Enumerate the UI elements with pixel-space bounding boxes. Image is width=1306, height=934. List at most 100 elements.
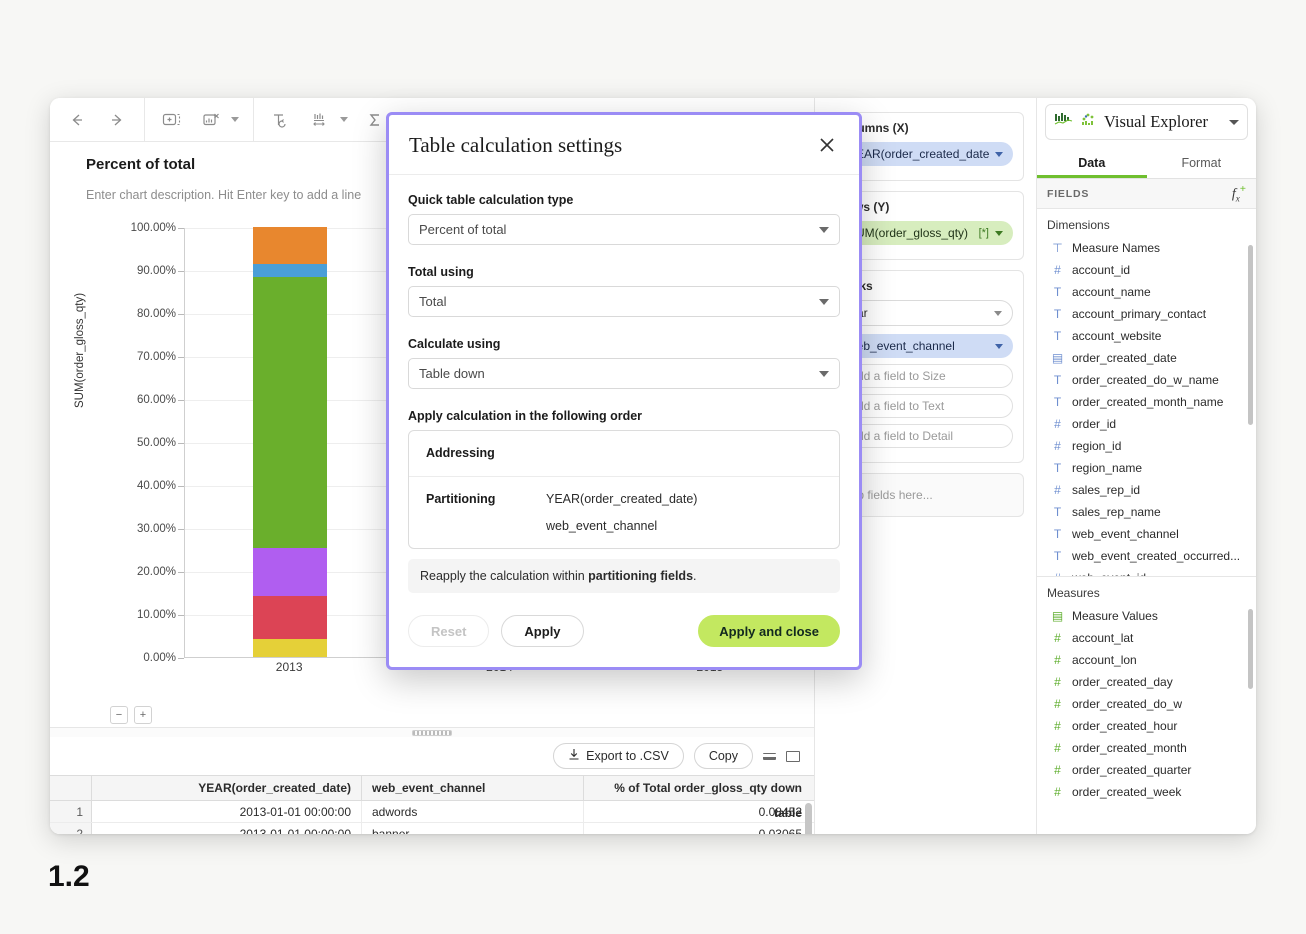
chevron-down-icon[interactable] <box>819 299 829 305</box>
visual-explorer-selector[interactable]: Visual Explorer <box>1045 104 1248 140</box>
field-list-item[interactable]: #region_id <box>1037 435 1256 457</box>
right-panel: Visual Explorer Data Format FIELDS fx+ D… <box>1037 98 1256 834</box>
close-icon[interactable] <box>815 133 839 157</box>
field-list-item[interactable]: Tsales_rep_name <box>1037 501 1256 523</box>
text-shelf[interactable]: Add a field to Text <box>838 394 1013 418</box>
field-list-item[interactable]: #order_created_do_w <box>1037 693 1256 715</box>
splitter-grip[interactable] <box>412 730 452 736</box>
tab-data[interactable]: Data <box>1037 146 1147 178</box>
field-list-item[interactable]: Tweb_event_created_occurred... <box>1037 545 1256 567</box>
swap-axes-icon[interactable] <box>268 107 294 133</box>
field-list-item[interactable]: ▤order_created_date <box>1037 347 1256 369</box>
y-axis-ticks: 0.00%10.00%20.00%30.00%40.00%50.00%60.00… <box>100 228 184 658</box>
zoom-out-button[interactable]: − <box>110 706 128 724</box>
pane-splitter[interactable] <box>50 727 814 737</box>
total-using-select[interactable]: Total <box>408 286 840 317</box>
table-scrollbar[interactable] <box>805 803 812 834</box>
addressing-row[interactable]: Addressing <box>409 431 839 477</box>
table-calculation-settings-dialog: Table calculation settings Quick table c… <box>386 112 862 670</box>
remove-chart-icon[interactable] <box>199 107 225 133</box>
color-shelf-pill[interactable]: web_event_channel <box>838 334 1013 358</box>
table-header-index <box>50 776 92 800</box>
rows-shelf-pill[interactable]: SUM(order_gloss_qty) [*] <box>838 221 1013 245</box>
dimensions-scrollbar[interactable] <box>1248 245 1253 425</box>
version-label: 1.2 <box>48 860 90 894</box>
add-chart-icon[interactable] <box>159 107 185 133</box>
chevron-down-icon[interactable] <box>819 227 829 233</box>
field-list-item[interactable]: #sales_rep_id <box>1037 479 1256 501</box>
bar-segment[interactable] <box>253 277 327 548</box>
field-name: Measure Names <box>1072 241 1160 255</box>
field-list-item[interactable]: Taccount_primary_contact <box>1037 303 1256 325</box>
field-list-item[interactable]: ⊤Measure Names <box>1037 237 1256 259</box>
zoom-in-button[interactable]: + <box>134 706 152 724</box>
table-row[interactable]: 1 2013-01-01 00:00:00 adwords 0.08452 <box>50 801 814 823</box>
chevron-down-icon[interactable] <box>995 152 1003 157</box>
chart-type-icon[interactable] <box>308 107 334 133</box>
bar-stack[interactable] <box>253 227 327 657</box>
export-csv-button[interactable]: Export to .CSV <box>553 743 684 769</box>
field-list-item[interactable]: ▤Measure Values <box>1037 605 1256 627</box>
dimensions-list: ⊤Measure Names#account_idTaccount_nameTa… <box>1037 237 1256 577</box>
arrow-right-icon[interactable] <box>104 107 130 133</box>
field-list-item[interactable]: #account_id <box>1037 259 1256 281</box>
chevron-down-icon[interactable] <box>995 231 1003 236</box>
bar-segment[interactable] <box>253 264 327 277</box>
table-cell-channel: banner <box>362 823 584 834</box>
bar-segment[interactable] <box>253 639 327 657</box>
toolbar-group-charts <box>145 98 254 142</box>
field-list-item[interactable]: #account_lon <box>1037 649 1256 671</box>
quick-type-select[interactable]: Percent of total <box>408 214 840 245</box>
field-list-item[interactable]: #order_created_hour <box>1037 715 1256 737</box>
text-icon: T <box>1051 395 1064 409</box>
field-list-item[interactable]: #web_event_id <box>1037 567 1256 577</box>
field-list-item[interactable]: #order_created_quarter <box>1037 759 1256 781</box>
chevron-down-icon[interactable] <box>1229 120 1239 125</box>
table-row[interactable]: 2 2013-01-01 00:00:00 banner 0.03065 <box>50 823 814 834</box>
measures-scrollbar[interactable] <box>1248 609 1253 689</box>
partitioning-row[interactable]: Partitioning YEAR(order_created_date) we… <box>409 477 839 548</box>
bar-segment[interactable] <box>253 227 327 264</box>
apply-order-box: Addressing Partitioning YEAR(order_creat… <box>408 430 840 549</box>
chevron-down-icon[interactable] <box>995 344 1003 349</box>
copy-button[interactable]: Copy <box>694 743 753 769</box>
apply-button[interactable]: Apply <box>501 615 583 647</box>
field-list-item[interactable]: #order_created_day <box>1037 671 1256 693</box>
field-list-item[interactable]: #order_created_week <box>1037 781 1256 803</box>
field-list-item[interactable]: Torder_created_month_name <box>1037 391 1256 413</box>
field-list-item[interactable]: #order_id <box>1037 413 1256 435</box>
reset-button[interactable]: Reset <box>408 615 489 647</box>
apply-and-close-button[interactable]: Apply and close <box>698 615 840 647</box>
calculate-using-select[interactable]: Table down <box>408 358 840 389</box>
field-list-item[interactable]: Tweb_event_channel <box>1037 523 1256 545</box>
size-shelf[interactable]: Add a field to Size <box>838 364 1013 388</box>
tab-format[interactable]: Format <box>1147 146 1257 178</box>
columns-shelf-pill[interactable]: YEAR(order_created_date) <box>838 142 1013 166</box>
marks-card-label: Marks <box>838 279 1013 293</box>
field-name: account_lat <box>1072 631 1133 645</box>
field-list-item[interactable]: Torder_created_do_w_name <box>1037 369 1256 391</box>
remove-chart-dropdown-icon[interactable] <box>231 117 239 122</box>
minimize-icon[interactable] <box>763 753 776 760</box>
maximize-icon[interactable] <box>786 751 800 762</box>
field-list-item[interactable]: #order_created_month <box>1037 737 1256 759</box>
chevron-down-icon[interactable] <box>819 371 829 377</box>
mark-type-select[interactable]: Bar <box>838 300 1013 326</box>
arrow-left-icon[interactable] <box>64 107 90 133</box>
sigma-icon[interactable] <box>362 107 388 133</box>
field-list-item[interactable]: Taccount_name <box>1037 281 1256 303</box>
bar-segment[interactable] <box>253 548 327 597</box>
bar-segment[interactable] <box>253 596 327 639</box>
field-list-item[interactable]: #account_lat <box>1037 627 1256 649</box>
field-list-item[interactable]: Taccount_website <box>1037 325 1256 347</box>
number-icon: # <box>1051 263 1064 277</box>
field-name: web_event_channel <box>1072 527 1179 541</box>
add-calculated-field-icon[interactable]: fx+ <box>1232 183 1246 203</box>
chart-description[interactable]: Enter chart description. Hit Enter key t… <box>86 188 361 202</box>
chart-type-dropdown-icon[interactable] <box>340 117 348 122</box>
detail-shelf[interactable]: Add a field to Detail <box>838 424 1013 448</box>
y-axis-tick-label: 90.00% <box>137 265 176 277</box>
field-list-item[interactable]: Tregion_name <box>1037 457 1256 479</box>
partitioning-label: Partitioning <box>426 492 546 533</box>
chevron-down-icon[interactable] <box>994 311 1002 316</box>
